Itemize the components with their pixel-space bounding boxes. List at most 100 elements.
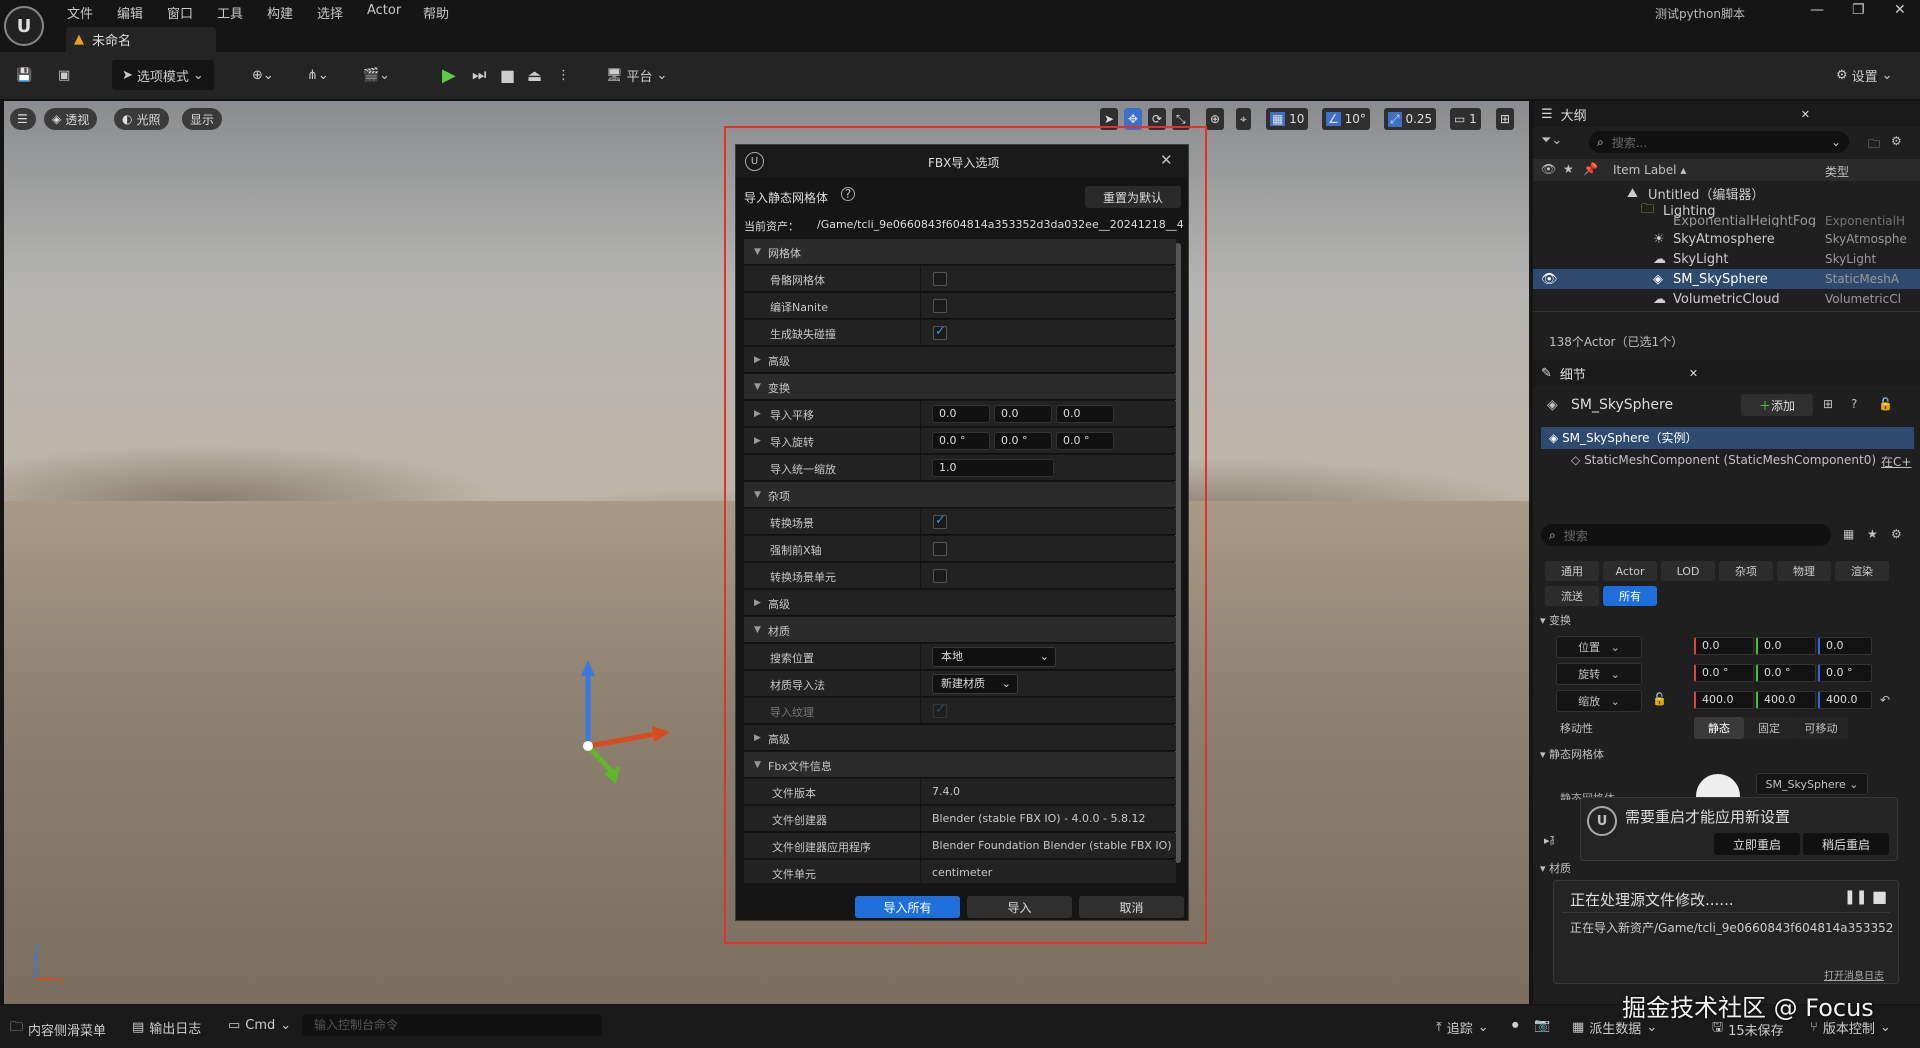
scale-dropdown[interactable]: 缩放 ⌄ — [1556, 690, 1642, 712]
rotation-x[interactable]: 0.0 ° — [932, 432, 990, 450]
filter-tab-rendering[interactable]: 渲染 — [1835, 561, 1889, 581]
show-button[interactable]: 显示 — [182, 108, 223, 130]
rotation-y[interactable]: 0.0 ° — [994, 432, 1052, 450]
menu-build[interactable]: 构建 — [267, 3, 293, 22]
translation-z[interactable]: 0.0 — [1056, 405, 1114, 423]
uniform-scale-input[interactable]: 1.0 — [932, 459, 1054, 477]
add-component-button[interactable]: ＋添加 — [1741, 394, 1813, 416]
viewport-layout-icon[interactable]: ⊞ — [1496, 108, 1515, 130]
blueprint-icon[interactable]: ⊞ — [1823, 397, 1833, 411]
filter-tab-streaming[interactable]: 流送 — [1545, 586, 1599, 606]
camera-speed-button[interactable]: ▭ 1 — [1450, 108, 1481, 130]
restart-now-button[interactable]: 立即重启 — [1714, 833, 1800, 855]
force-front-x-checkbox[interactable] — [933, 542, 947, 556]
more-options-icon[interactable]: ⋮ — [557, 60, 570, 90]
cancel-button[interactable]: 取消 — [1079, 896, 1184, 918]
add-actor-icon[interactable]: ⊕⌄ — [252, 60, 274, 90]
outliner-search-input[interactable]: ⌕ 搜索... ⌄ — [1589, 131, 1849, 153]
import-textures-checkbox[interactable] — [933, 702, 947, 718]
play-icon[interactable]: ▶ — [442, 60, 456, 90]
step-icon[interactable]: ⏭ — [472, 60, 486, 90]
instance-row[interactable]: ◈ SM_SkySphere（实例） — [1541, 427, 1914, 449]
star-icon[interactable]: ★ — [1563, 162, 1574, 176]
menu-tools[interactable]: 工具 — [217, 3, 243, 22]
scale-x[interactable]: 400.0 — [1694, 691, 1754, 709]
convert-scene-checkbox[interactable] — [933, 513, 947, 529]
rotation-z[interactable]: 0.0 ° — [1818, 664, 1872, 682]
advanced-row[interactable]: ▶ 高级 — [744, 590, 1176, 616]
outliner-row[interactable]: ☀ SkyAtmosphere SkyAtmosphe — [1533, 229, 1920, 249]
menu-select[interactable]: 选择 — [317, 3, 343, 22]
search-location-dropdown[interactable]: 本地 ⌄ — [932, 647, 1056, 667]
help-icon[interactable]: ? — [841, 187, 855, 201]
rotation-dropdown[interactable]: 旋转 ⌄ — [1556, 663, 1642, 685]
open-message-log-link[interactable]: 打开消息日志 — [1824, 967, 1884, 982]
platform-button[interactable]: 🖥 平台 ⌄ — [606, 60, 667, 90]
save-icon[interactable]: 💾 — [16, 60, 32, 90]
gear-icon[interactable]: ⚙ — [1891, 527, 1902, 541]
menu-edit[interactable]: 编辑 — [117, 3, 143, 22]
add-folder-icon[interactable]: 🗀 — [1868, 135, 1880, 156]
outliner-row[interactable]: ☁ VolumetricCloud VolumetricCl — [1533, 289, 1920, 309]
filter-tab-lod[interactable]: LOD — [1661, 561, 1715, 581]
materials-row[interactable]: ▾ 材质 — [1540, 860, 1571, 876]
lock-icon[interactable]: 🔓 — [1878, 397, 1893, 411]
unreal-logo-icon[interactable]: U — [4, 6, 44, 46]
advanced-row[interactable]: ▸高级 — [1544, 832, 1554, 848]
translation-y[interactable]: 0.0 — [994, 405, 1052, 423]
type-column[interactable]: 类型 — [1825, 163, 1849, 180]
section-fbx-info[interactable]: ▼ Fbx文件信息 — [744, 752, 1176, 778]
scale-z[interactable]: 400.0 — [1818, 691, 1872, 709]
location-dropdown[interactable]: 位置 ⌄ — [1556, 636, 1642, 658]
mobility-static[interactable]: 静态 — [1694, 717, 1744, 739]
filter-tab-misc[interactable]: 杂项 — [1719, 561, 1773, 581]
pause-icon[interactable]: ❚❚ — [1844, 889, 1867, 905]
level-tab[interactable]: ▲ 未命名 — [66, 27, 216, 52]
outliner-row[interactable]: ⛰ Untitled（编辑器） — [1533, 183, 1920, 203]
menu-file[interactable]: 文件 — [67, 3, 93, 22]
trace-button[interactable]: ⤒ 追踪 ⌄ — [1436, 1018, 1489, 1037]
eject-icon[interactable]: ⏏ — [527, 60, 542, 90]
filter-tab-physics[interactable]: 物理 — [1777, 561, 1831, 581]
filter-tab-general[interactable]: 通用 — [1545, 561, 1599, 581]
console-input[interactable]: 输入控制台命令 — [302, 1014, 602, 1036]
scale-y[interactable]: 400.0 — [1756, 691, 1816, 709]
stop-icon[interactable]: ■ — [500, 60, 515, 90]
rotation-snap-button[interactable]: ∠ 10° — [1322, 108, 1370, 130]
mobility-stationary[interactable]: 固定 — [1744, 717, 1794, 739]
collapsed-icon[interactable]: ▶ — [754, 409, 761, 419]
location-x[interactable]: 0.0 — [1694, 637, 1754, 655]
static-mesh-dropdown[interactable]: SM_SkySphere ⌄ — [1756, 773, 1868, 795]
gear-icon[interactable]: ⚙ — [1891, 134, 1902, 148]
content-drawer-button[interactable]: 🗀 内容侧滑菜单 — [10, 1018, 106, 1040]
close-tab-icon[interactable]: ✕ — [1689, 367, 1698, 380]
filter-tab-all[interactable]: 所有 — [1603, 586, 1657, 606]
menu-actor[interactable]: Actor — [367, 3, 401, 18]
component-row[interactable]: ◇ StaticMeshComponent (StaticMeshCompone… — [1571, 453, 1876, 467]
camera-icon[interactable]: 📷 — [1534, 1018, 1550, 1033]
lock-icon[interactable]: 🔓 — [1652, 692, 1667, 706]
advanced-row[interactable]: ▶ 高级 — [744, 725, 1176, 751]
transform-section[interactable]: ▾ 变换 — [1540, 612, 1571, 628]
scale-snap-button[interactable]: ⤢ 0.25 — [1384, 108, 1437, 130]
pin-icon[interactable]: 📌 — [1583, 162, 1598, 176]
cmd-dropdown[interactable]: ▭ Cmd ⌄ — [228, 1018, 291, 1033]
lighting-button[interactable]: ◐ 光照 — [114, 108, 169, 130]
section-misc[interactable]: ▼ 杂项 — [744, 482, 1176, 508]
reset-arrow-icon[interactable]: ↶ — [1880, 693, 1890, 707]
import-button[interactable]: 导入 — [967, 896, 1072, 918]
item-label-column[interactable]: Item Label ▴ — [1613, 163, 1686, 177]
import-method-dropdown[interactable]: 新建材质 ⌄ — [932, 674, 1018, 694]
menu-window[interactable]: 窗口 — [167, 3, 193, 22]
rotation-y[interactable]: 0.0 ° — [1756, 664, 1816, 682]
table-view-icon[interactable]: ▦ — [1843, 527, 1854, 541]
mobility-movable[interactable]: 可移动 — [1794, 717, 1848, 739]
viewport-menu-icon[interactable]: ☰ — [10, 108, 36, 130]
skeletal-checkbox[interactable] — [933, 272, 947, 286]
restart-later-button[interactable]: 稍后重启 — [1803, 833, 1889, 855]
surface-snap-icon[interactable]: ⌖ — [1236, 108, 1251, 130]
translation-x[interactable]: 0.0 — [932, 405, 990, 423]
rotation-z[interactable]: 0.0 ° — [1056, 432, 1114, 450]
blueprint-icon[interactable]: ⋔⌄ — [307, 60, 329, 90]
details-search-input[interactable]: ⌕ 搜索 — [1541, 524, 1831, 546]
